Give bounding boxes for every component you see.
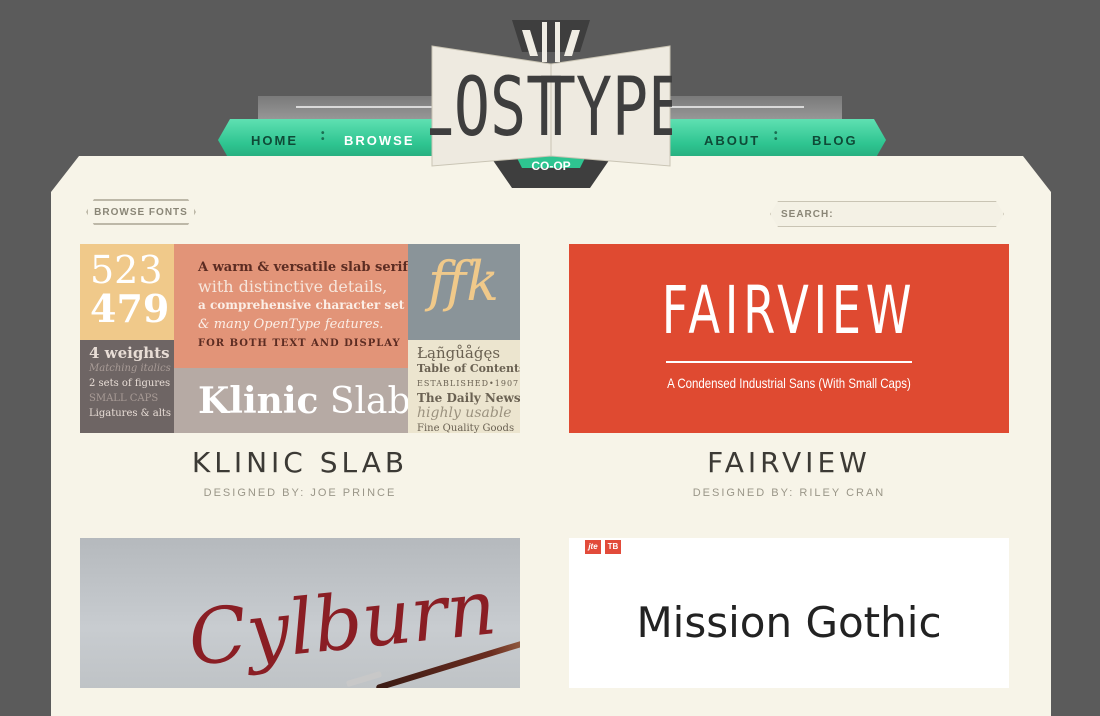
nav-about-link[interactable]: ABOUT [704, 133, 760, 148]
nav-browse-link[interactable]: BROWSE [344, 133, 415, 148]
blurb-line: & many OpenType features. [198, 317, 384, 332]
font-title-fairview[interactable]: FAIRVIEW [569, 446, 1009, 479]
browse-fonts-breadcrumb[interactable]: BROWSE FONTS [86, 199, 196, 225]
specimen-blurb: A warm & versatile slab serif with disti… [174, 244, 408, 368]
sample-line: Łąñgůåģęs [417, 344, 501, 362]
weights-line: SMALL CAPS [89, 393, 159, 404]
nav-separator: • • [321, 128, 327, 145]
specimen-figures: 523 479 [80, 244, 174, 340]
logo-ray [542, 22, 547, 62]
search-input[interactable] [838, 203, 1003, 225]
fairview-specimen-sub: A Condensed Industrial Sans (With Small … [667, 375, 911, 391]
specimen-name-text: Klinic Slab [198, 380, 411, 422]
weights-line: Ligatures & alts [89, 408, 172, 419]
nav-blog-link[interactable]: BLOG [812, 133, 858, 148]
specimen-name-light: Slab [329, 381, 411, 422]
fairview-specimen-title: FAIRVIEW [661, 272, 917, 349]
sample-line: highly usable [417, 405, 512, 421]
font-designer-fairview: DESIGNED BY: RILEY CRAN [692, 487, 886, 499]
specimen-name-bold: Klinic [198, 380, 319, 422]
font-designer-klinic-slab: DESIGNED BY: JOE PRINCE [203, 487, 397, 499]
font-title-klinic-slab[interactable]: KLINIC SLAB [80, 446, 520, 479]
foundry-badge-icon: jte [585, 540, 601, 554]
specimen-name: Klinic Slab [174, 368, 411, 433]
sample-line: Fine Quality Goods [417, 423, 515, 433]
font-card-image-fairview[interactable]: FAIRVIEW A Condensed Industrial Sans (Wi… [569, 244, 1009, 433]
sample-line: The Daily News [417, 391, 520, 405]
nav-home-link[interactable]: HOME [251, 133, 298, 148]
logo-coop: CO-OP [531, 159, 570, 173]
logo-word-type: TYPE [540, 60, 672, 154]
blurb-line: FOR BOTH TEXT AND DISPLAY [198, 338, 401, 349]
blurb-line: a comprehensive character set [198, 298, 405, 312]
specimen-ligature: ffk [408, 244, 520, 340]
weights-line: 2 sets of figures [89, 378, 171, 389]
specimen-samples: Łąñgůåģęs Table of Contents ESTABLISHED•… [408, 340, 520, 433]
fairview-rule [666, 361, 912, 363]
lost-type-logo[interactable]: LOST TYPE CO-OP [430, 16, 672, 194]
blurb-line: A warm & versatile slab serif [198, 260, 408, 275]
specimen-weights: 4 weights Matching italics 2 sets of fig… [80, 340, 174, 433]
blurb-line: with distinctive details, [198, 277, 388, 296]
nav-ribbon-right: ABOUT • • BLOG [640, 119, 886, 161]
font-card-image-mission-gothic[interactable]: jte TB Mission Gothic [569, 538, 1009, 688]
weights-line: Matching italics [89, 363, 171, 374]
logo-top-block [512, 20, 590, 52]
foundry-badge-icon: TB [605, 540, 621, 554]
font-card-image-cylburn[interactable]: Cylburn [80, 538, 520, 688]
specimen-num2: 479 [90, 286, 170, 331]
nav-separator: • • [774, 128, 780, 145]
sample-line: Table of Contents [417, 362, 520, 375]
logo-ray [555, 22, 560, 62]
weights-line: 4 weights [89, 344, 170, 362]
ligature-text: ffk [428, 250, 499, 313]
search-label: SEARCH: [781, 208, 834, 220]
font-card-image-klinic[interactable]: 523 479 A warm & versatile slab serif wi… [80, 244, 520, 433]
mission-gothic-specimen-title: Mission Gothic [636, 598, 942, 647]
search-box: SEARCH: [770, 201, 1004, 227]
sample-line: ESTABLISHED•1907 [417, 379, 520, 388]
